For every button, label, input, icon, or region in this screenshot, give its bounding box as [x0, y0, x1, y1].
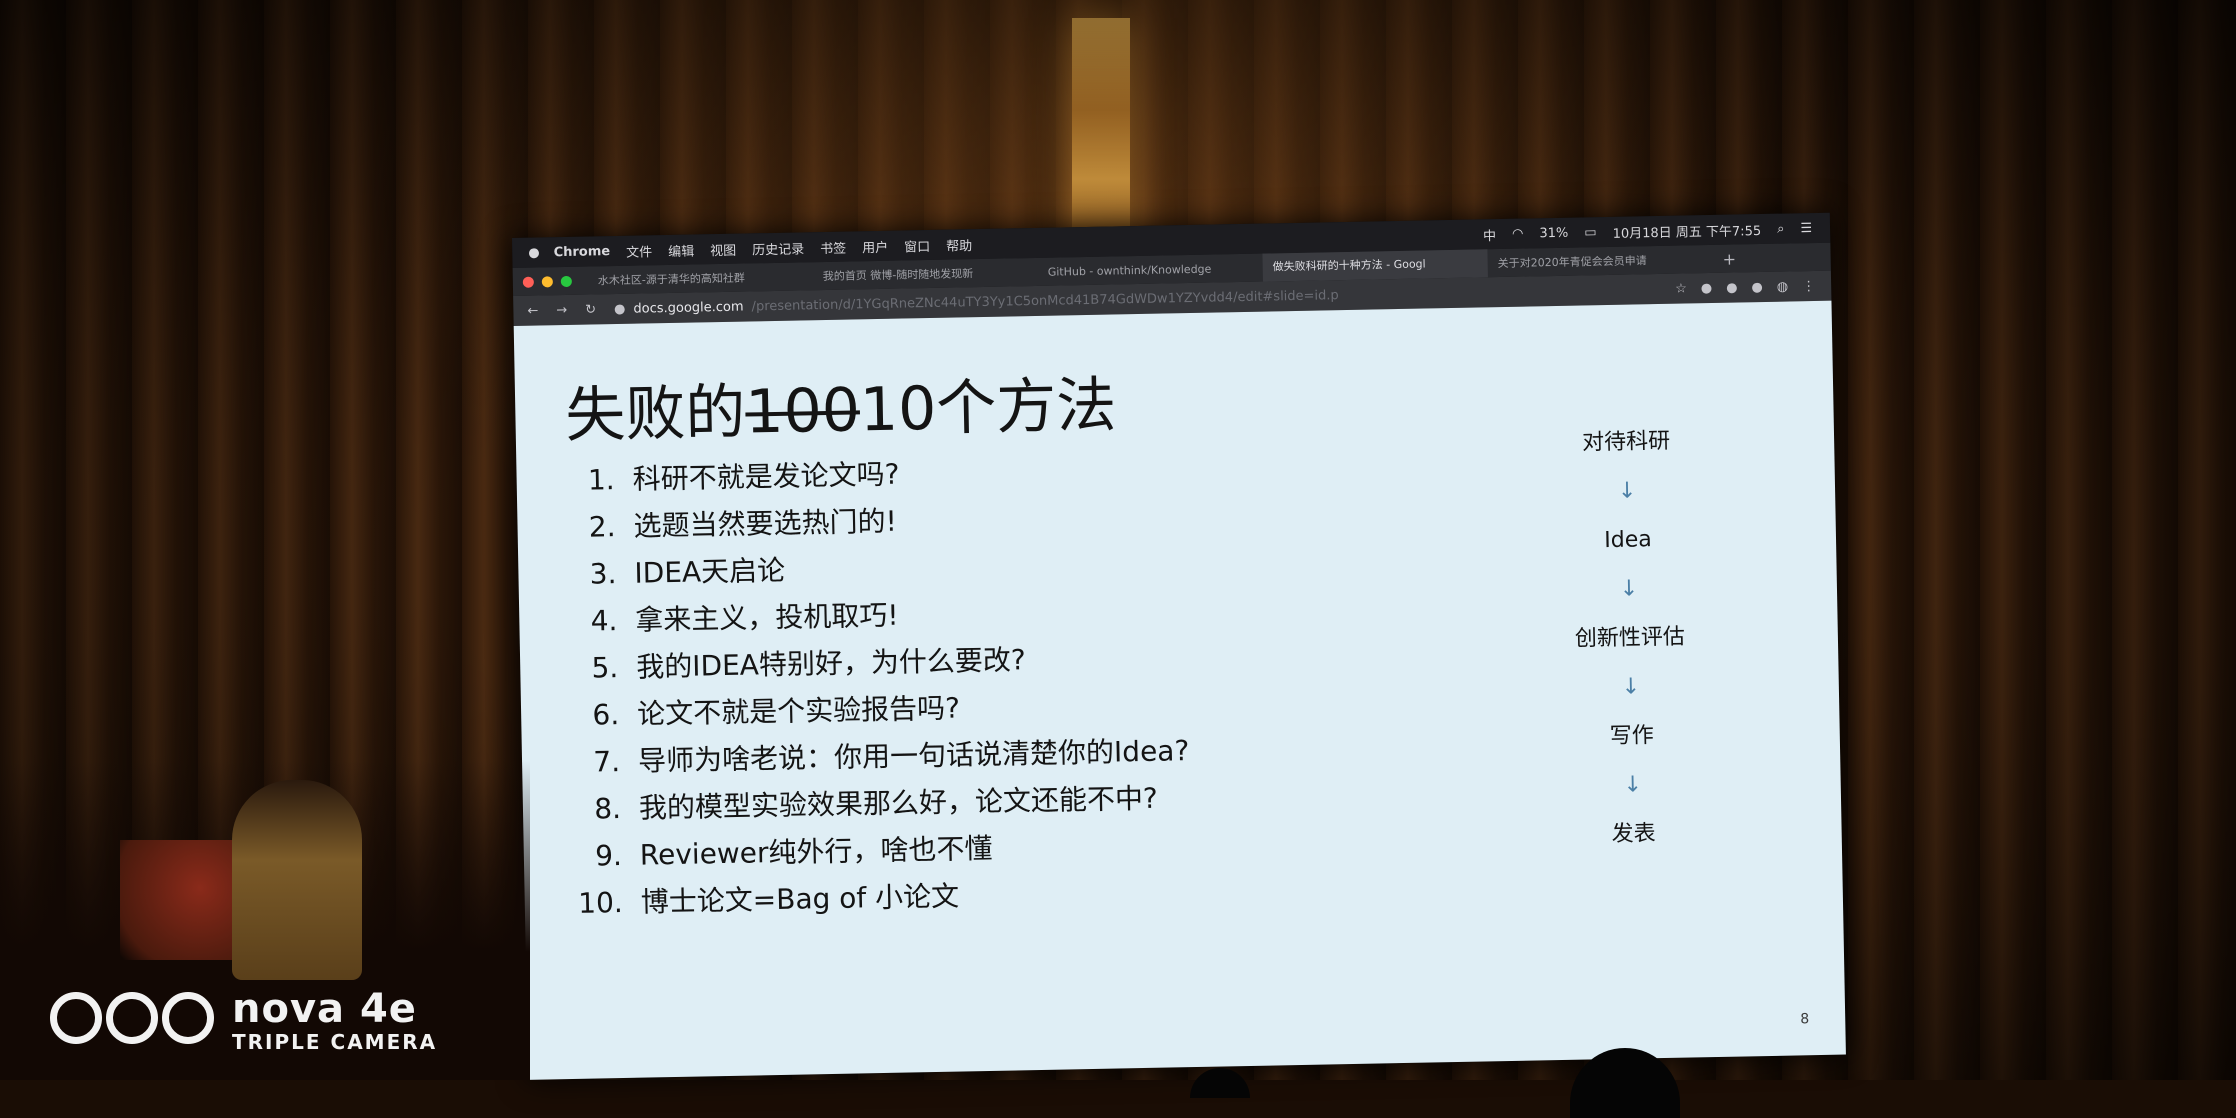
item-number: 8.: [593, 792, 622, 826]
wifi-icon[interactable]: ◠: [1512, 226, 1524, 241]
extension-icons: ☆ ● ● ● ◍ ⋮: [1675, 278, 1815, 296]
url-path: /presentation/d/1YGqRneZNc44uTY3Yy1C5onM…: [751, 287, 1339, 314]
item-number: 3.: [589, 557, 617, 591]
item-text: 拿来主义，投机取巧!: [635, 598, 899, 637]
item-number: 7.: [593, 745, 621, 779]
watermark-subtitle: TRIPLE CAMERA: [232, 1030, 438, 1054]
flow-step: 对待科研: [1581, 428, 1671, 456]
lock-icon: ●: [613, 301, 626, 317]
ring-shape: [162, 992, 214, 1044]
extension-icon[interactable]: ●: [1701, 280, 1713, 295]
window-controls: [522, 275, 572, 288]
menu-view[interactable]: 视图: [710, 239, 736, 258]
item-text: 我的模型实验效果那么好，论文还能不中?: [638, 781, 1159, 825]
item-text: 我的IDEA特别好，为什么要改?: [635, 643, 1027, 684]
flow-step: 写作: [1609, 723, 1655, 750]
reload-icon[interactable]: ↻: [585, 302, 596, 317]
tab-weibo[interactable]: 我的首页 微博-随时随地发现新: [813, 264, 1038, 284]
url-host: docs.google.com: [633, 299, 744, 317]
clock[interactable]: 10月18日 周五 下午7:55: [1612, 220, 1761, 242]
menu-edit[interactable]: 编辑: [668, 240, 694, 259]
menu-window[interactable]: 窗口: [904, 235, 930, 254]
battery-percent[interactable]: 31%: [1539, 225, 1568, 241]
flow-step: 创新性评估: [1574, 624, 1686, 652]
item-number: 2.: [588, 510, 616, 544]
new-tab-button[interactable]: +: [1722, 249, 1736, 268]
item-number: 10.: [577, 885, 624, 920]
item-text: 选题当然要选热门的!: [633, 504, 898, 543]
extension-icon[interactable]: ●: [1751, 279, 1763, 294]
menu-help[interactable]: 帮助: [946, 235, 972, 254]
back-icon[interactable]: ←: [527, 303, 538, 318]
arrow-down-icon: ↓: [1617, 478, 1637, 504]
watermark-text: nova 4e TRIPLE CAMERA: [232, 988, 437, 1054]
tab-youth-association[interactable]: 关于对2020年青促会会员申请: [1488, 251, 1713, 271]
title-struck-number: 100: [744, 375, 861, 448]
tab-newsmth[interactable]: 水木社区-源于清华的高知社群: [588, 268, 813, 288]
item-text: IDEA天启论: [634, 553, 786, 590]
profile-icon[interactable]: ◍: [1777, 279, 1789, 294]
item-number: 4.: [590, 604, 618, 638]
battery-icon[interactable]: ▭: [1584, 225, 1597, 240]
arrow-down-icon: ↓: [1623, 772, 1643, 798]
nav-buttons: ← → ↻: [527, 302, 596, 318]
arrow-down-icon: ↓: [1621, 674, 1641, 700]
slide-title: 失败的10010个方法: [564, 356, 1117, 454]
menu-file[interactable]: 文件: [626, 241, 652, 260]
title-prefix: 失败的: [564, 377, 747, 452]
input-method-indicator[interactable]: 中: [1483, 225, 1496, 244]
item-number: 9.: [594, 839, 623, 873]
item-number: 1.: [587, 463, 615, 497]
apple-icon[interactable]: ●: [528, 245, 540, 260]
close-window-button[interactable]: [522, 276, 534, 288]
item-text: Reviewer纯外行，啥也不懂: [639, 831, 993, 872]
arrow-down-icon: ↓: [1619, 576, 1639, 602]
extension-icon[interactable]: ●: [1726, 280, 1738, 295]
minimize-window-button[interactable]: [541, 275, 553, 287]
bookmark-star-icon[interactable]: ☆: [1675, 281, 1687, 296]
item-text: 博士论文=Bag of 小论文: [640, 879, 960, 919]
forward-icon[interactable]: →: [556, 302, 567, 317]
tab-github[interactable]: GitHub - ownthink/Knowledge: [1038, 261, 1263, 278]
more-menu-icon[interactable]: ⋮: [1802, 278, 1815, 293]
ring-shape: [50, 992, 102, 1044]
methods-list: 1. 科研不就是发论文吗? 2. 选题当然要选热门的! 3. IDEA天启论 4. 拿来…: [558, 445, 1192, 927]
tab-google-slides[interactable]: 做失败科研的十种方法 - Googl: [1262, 249, 1488, 282]
flow-step: 发表: [1611, 821, 1656, 847]
item-text: 论文不就是个实验报告吗?: [636, 691, 961, 731]
watermark-brand: nova 4e: [232, 986, 417, 1032]
research-flow: 对待科研 ↓ Idea ↓ 创新性评估 ↓ 写作 ↓ 发表: [1556, 421, 1704, 856]
control-center-icon[interactable]: ☰: [1800, 221, 1812, 236]
menu-bookmarks[interactable]: 书签: [820, 237, 846, 256]
camera-watermark: nova 4e TRIPLE CAMERA: [50, 988, 437, 1054]
item-number: 6.: [592, 698, 620, 732]
slide-page-number: 8: [1800, 1011, 1810, 1028]
presentation-slide: 失败的10010个方法 1. 科研不就是发论文吗? 2. 选题当然要选热门的! 3.…: [513, 300, 1846, 1080]
camera-logo-icon: [50, 992, 214, 1044]
menu-app-name[interactable]: Chrome: [553, 244, 610, 260]
projection-screen: ● Chrome 文件 编辑 视图 历史记录 书签 用户 窗口 帮助 中 ◠ 3…: [512, 212, 1846, 1080]
search-icon[interactable]: ⌕: [1777, 221, 1785, 236]
title-suffix: 10个方法: [859, 370, 1117, 446]
menu-people[interactable]: 用户: [862, 236, 888, 255]
ring-shape: [106, 992, 158, 1044]
item-text: 科研不就是发论文吗?: [632, 457, 900, 496]
presenter-silhouette: [232, 780, 362, 980]
item-number: 5.: [591, 651, 619, 685]
flow-step: Idea: [1604, 527, 1652, 554]
menu-history[interactable]: 历史记录: [752, 238, 804, 258]
status-area: 中 ◠ 31% ▭ 10月18日 周五 下午7:55 ⌕ ☰: [1483, 219, 1812, 244]
zoom-window-button[interactable]: [560, 275, 572, 287]
